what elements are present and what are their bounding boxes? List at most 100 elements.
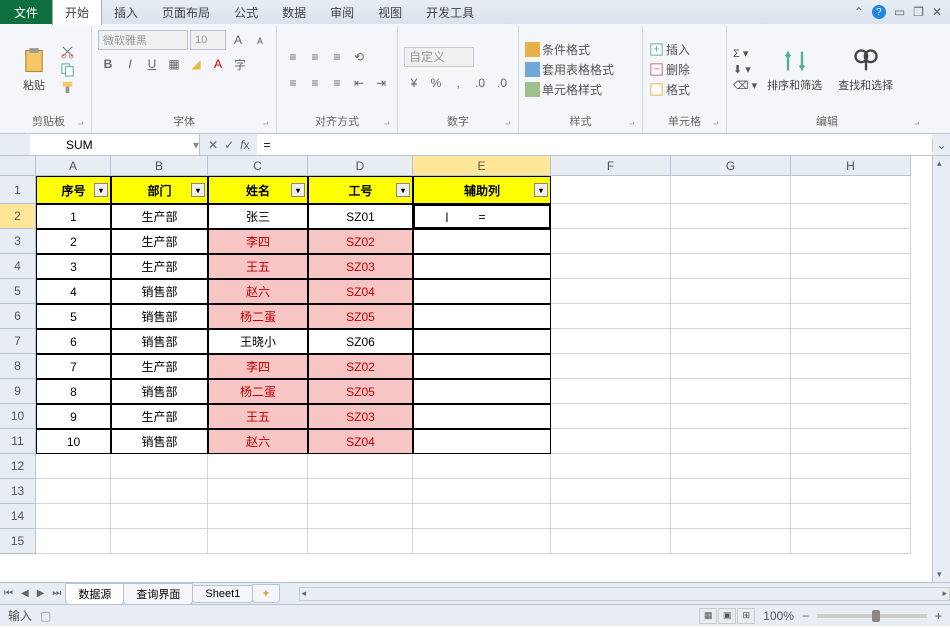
empty-cell[interactable] [111,454,208,479]
data-cell[interactable]: SZ02 [308,229,413,254]
sheet-nav-first[interactable]: ⏮ [0,588,17,599]
data-cell[interactable]: 生产部 [111,354,208,379]
align-left-button[interactable]: ≡ [283,73,303,93]
row-header-9[interactable]: 9 [0,379,36,404]
empty-cell[interactable] [413,504,551,529]
row-header-11[interactable]: 11 [0,429,36,454]
empty-cell[interactable] [308,529,413,554]
view-layout-button[interactable]: ▣ [718,608,736,624]
empty-cell[interactable] [308,504,413,529]
underline-button[interactable]: U [142,54,162,74]
font-name-input[interactable] [98,30,188,50]
empty-cell[interactable] [413,479,551,504]
filter-dropdown-icon[interactable]: ▾ [291,183,305,197]
empty-cell[interactable] [208,529,308,554]
tab-insert[interactable]: 插入 [102,0,150,25]
col-header-A[interactable]: A [36,156,111,176]
empty-cell[interactable] [208,479,308,504]
header-cell[interactable]: 工号▾ [308,176,413,204]
data-cell[interactable]: 2 [36,229,111,254]
data-cell[interactable] [413,304,551,329]
data-cell[interactable]: SZ06 [308,329,413,354]
row-header-10[interactable]: 10 [0,404,36,429]
data-cell[interactable] [791,404,911,429]
window-minimize-icon[interactable]: ▭ [894,5,905,19]
font-color-button[interactable]: A [208,54,228,74]
row-header-12[interactable]: 12 [0,454,36,479]
empty-cell[interactable] [308,479,413,504]
data-cell[interactable]: 销售部 [111,329,208,354]
data-cell[interactable]: 赵六 [208,279,308,304]
vertical-scrollbar[interactable] [932,156,950,582]
increase-font-button[interactable]: A [228,30,248,50]
zoom-level[interactable]: 100% [763,609,794,623]
row-header-13[interactable]: 13 [0,479,36,504]
sheet-tab-2[interactable]: 查询界面 [123,583,193,605]
data-cell[interactable]: 10 [36,429,111,454]
data-cell[interactable]: 7 [36,354,111,379]
data-cell[interactable]: 杨二蛋 [208,379,308,404]
data-cell[interactable]: 8 [36,379,111,404]
data-cell[interactable] [671,354,791,379]
data-cell[interactable] [413,429,551,454]
comma-button[interactable]: , [448,73,468,93]
data-cell[interactable] [671,429,791,454]
data-cell[interactable] [791,354,911,379]
filter-dropdown-icon[interactable]: ▾ [94,183,108,197]
row-header-14[interactable]: 14 [0,504,36,529]
header-cell[interactable] [551,176,671,204]
align-center-button[interactable]: ≡ [305,73,325,93]
data-cell[interactable] [791,204,911,229]
data-cell[interactable] [551,354,671,379]
macro-record-icon[interactable]: ▢ [40,609,51,623]
data-cell[interactable]: 李四 [208,229,308,254]
cond-format-button[interactable]: 条件格式 [525,41,614,58]
row-header-6[interactable]: 6 [0,304,36,329]
data-cell[interactable]: 生产部 [111,404,208,429]
data-cell[interactable]: SZ04 [308,279,413,304]
tab-view[interactable]: 视图 [366,0,414,25]
data-cell[interactable] [551,279,671,304]
col-header-D[interactable]: D [308,156,413,176]
tab-pagelayout[interactable]: 页面布局 [150,0,222,25]
empty-cell[interactable] [551,479,671,504]
currency-button[interactable]: ¥ [404,73,424,93]
data-cell[interactable]: SZ05 [308,379,413,404]
empty-cell[interactable] [671,454,791,479]
data-cell[interactable] [791,279,911,304]
data-cell[interactable]: 销售部 [111,429,208,454]
data-cell[interactable] [671,404,791,429]
empty-cell[interactable] [36,454,111,479]
data-cell[interactable]: SZ01 [308,204,413,229]
row-header-1[interactable]: 1 [0,176,36,204]
format-cells-button[interactable]: 格式 [649,81,690,98]
ribbon-minimize-icon[interactable]: ⌃ [854,5,864,19]
zoom-in-button[interactable]: + [935,609,942,623]
sheet-tab-1[interactable]: 数据源 [65,583,124,605]
data-cell[interactable]: SZ03 [308,404,413,429]
find-select-button[interactable]: 查找和选择 [832,28,899,111]
data-cell[interactable]: 生产部 [111,229,208,254]
data-cell[interactable] [791,229,911,254]
data-cell[interactable]: 赵六 [208,429,308,454]
fill-button[interactable]: ⬇ ▾ [733,63,757,76]
data-cell[interactable] [671,254,791,279]
enter-formula-button[interactable]: ✓ [224,138,234,152]
zoom-slider[interactable] [817,614,927,618]
empty-cell[interactable] [308,454,413,479]
help-icon[interactable]: ? [872,5,886,19]
tab-data[interactable]: 数据 [270,0,318,25]
cut-button[interactable] [60,44,75,59]
view-normal-button[interactable]: ▦ [699,608,717,624]
data-cell[interactable]: 销售部 [111,379,208,404]
filter-dropdown-icon[interactable]: ▾ [191,183,205,197]
bold-button[interactable]: B [98,54,118,74]
format-painter-button[interactable] [60,80,75,95]
window-close-icon[interactable]: ✕ [932,5,942,19]
data-cell[interactable] [413,279,551,304]
dec-decimal-button[interactable]: .0 [492,73,512,93]
data-cell[interactable] [671,304,791,329]
col-header-G[interactable]: G [671,156,791,176]
col-header-F[interactable]: F [551,156,671,176]
window-restore-icon[interactable]: ❐ [913,5,924,19]
